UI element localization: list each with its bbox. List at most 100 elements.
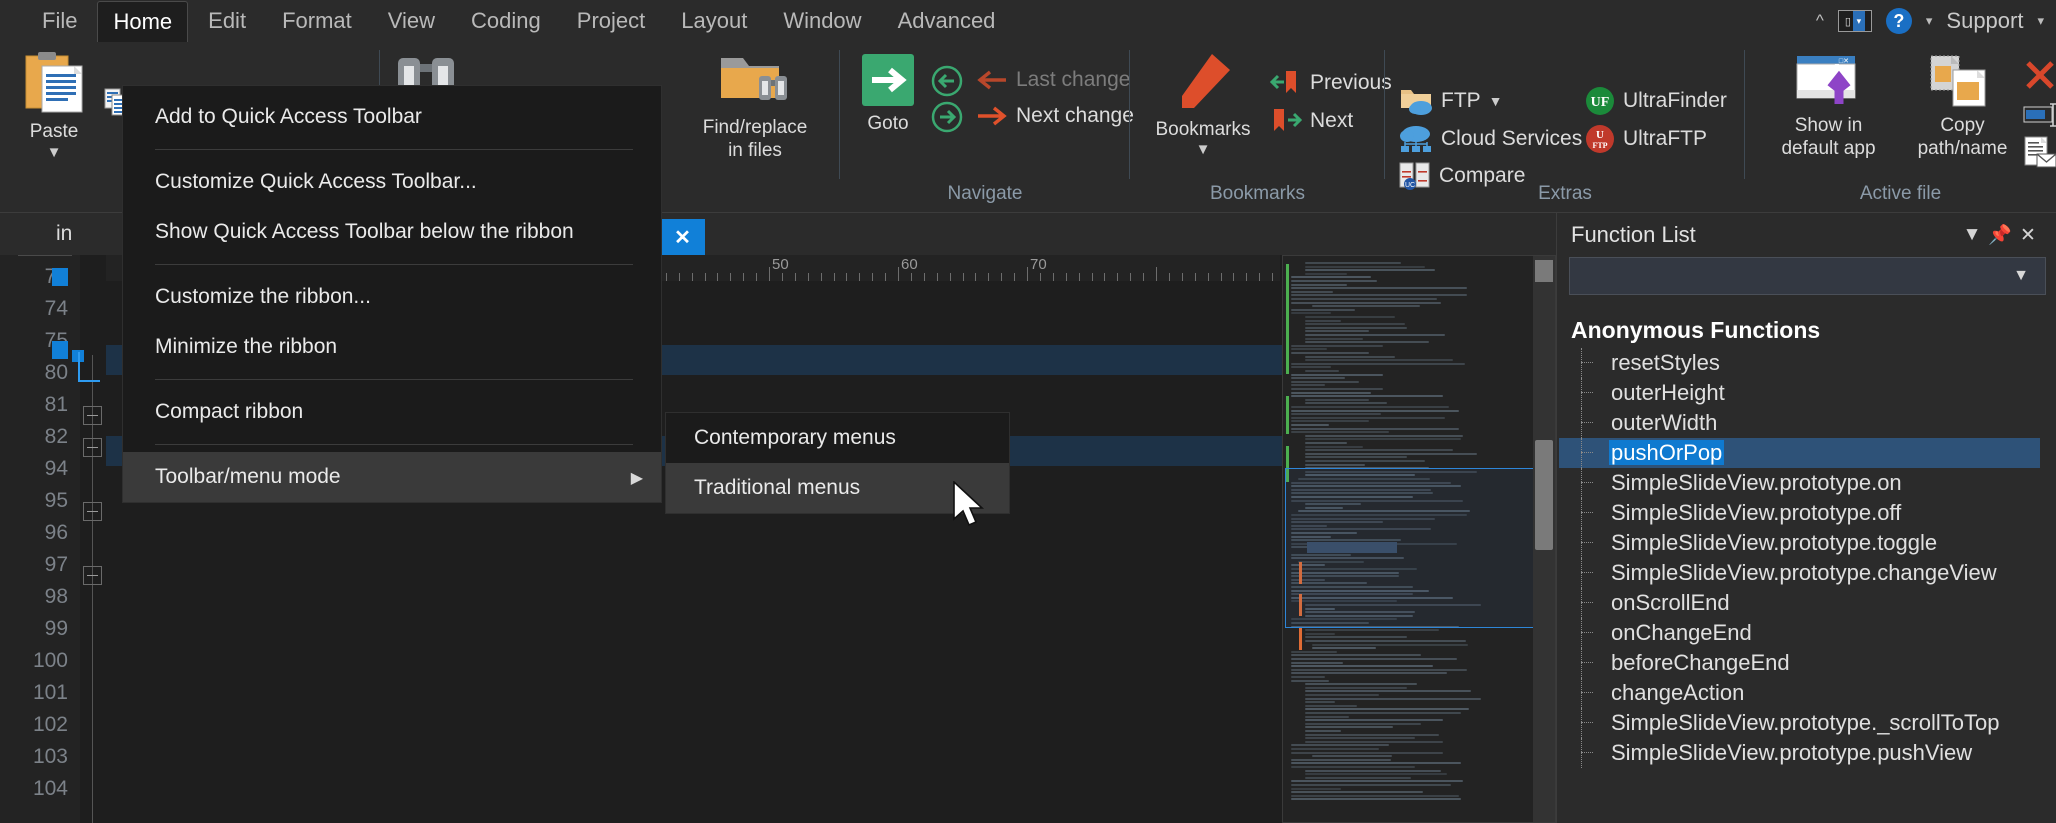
function-list-panel: Function List ▼ 📌 ✕ ▼ Anonymous Function… — [1556, 213, 2056, 823]
function-filter-combo[interactable]: ▼ — [1569, 257, 2046, 295]
bookmark-next-button[interactable]: Next — [1270, 108, 1353, 134]
next-change-button[interactable]: Next change — [976, 104, 1134, 128]
function-list-item[interactable]: pushOrPop — [1559, 438, 2056, 468]
show-in-default-app-button[interactable]: _□✕ Show in default app — [1761, 52, 1896, 160]
fold-toggle[interactable] — [83, 406, 102, 425]
ultrafinder-button[interactable]: UF UltraFinder — [1585, 86, 1727, 116]
context-menu-item[interactable]: Customize the ribbon... — [123, 272, 661, 322]
function-list-item[interactable]: SimpleSlideView.prototype._scrollToTop — [1559, 708, 2056, 738]
function-list-item[interactable]: onChangeEnd — [1559, 618, 2056, 648]
function-list-item[interactable]: outerHeight — [1559, 378, 2056, 408]
bookmark-previous-button[interactable]: Previous — [1270, 70, 1392, 96]
line-number: 96 — [45, 521, 68, 545]
ftp-dropdown-icon[interactable]: ▼ — [1489, 93, 1503, 109]
function-list-item[interactable]: resetStyles — [1559, 348, 2056, 378]
function-list-header: Function List ▼ 📌 ✕ — [1557, 213, 2056, 257]
paste-label: Paste — [30, 120, 79, 143]
function-list-item[interactable]: changeAction — [1559, 678, 2056, 708]
scroll-thumb[interactable] — [1535, 440, 1553, 550]
line-number: 99 — [45, 617, 68, 641]
support-label[interactable]: Support — [1946, 8, 2023, 34]
support-dropdown-icon[interactable]: ▾ — [2037, 13, 2044, 29]
function-list-item-label: SimpleSlideView.prototype.pushView — [1609, 740, 1974, 765]
ftp-button[interactable]: FTP ▼ — [1399, 86, 1503, 116]
menu-home[interactable]: Home — [97, 1, 188, 42]
function-list-body[interactable]: Anonymous Functions resetStylesouterHeig… — [1557, 313, 2056, 823]
menu-advanced[interactable]: Advanced — [882, 0, 1012, 42]
bookmarks-button[interactable]: Bookmarks ▼ — [1138, 52, 1268, 158]
fold-connector — [78, 380, 100, 382]
fold-toggle[interactable] — [83, 502, 102, 521]
chevron-down-icon[interactable]: ▼ — [1997, 267, 2045, 285]
copy-path-name-button[interactable]: Copy path/name — [1895, 52, 2030, 160]
line-number: 101 — [33, 681, 68, 705]
find-replace-in-files-button[interactable]: Find/replace in files — [680, 52, 830, 162]
function-list-item[interactable]: onScrollEnd — [1559, 588, 2056, 618]
nav-back-icon-button[interactable] — [930, 64, 964, 103]
function-list-item[interactable]: SimpleSlideView.prototype.on — [1559, 468, 2056, 498]
ultraftp-button[interactable]: U FTP UltraFTP — [1585, 124, 1707, 154]
ribbon-group-navigate: Goto Last change — [840, 42, 1130, 213]
context-menu-item[interactable]: Minimize the ribbon — [123, 322, 661, 372]
context-menu-item[interactable]: Show Quick Access Toolbar below the ribb… — [123, 207, 661, 257]
function-list-item[interactable]: beforeChangeEnd — [1559, 648, 2056, 678]
close-icon[interactable]: ✕ — [674, 225, 691, 250]
help-dropdown-icon[interactable]: ▾ — [1926, 13, 1933, 29]
close-file-button[interactable] — [2023, 58, 2056, 97]
context-menu-item-label: Show Quick Access Toolbar below the ribb… — [155, 220, 574, 243]
last-change-button[interactable]: Last change — [976, 68, 1130, 92]
submenu-item[interactable]: Contemporary menus — [666, 413, 1009, 463]
chevron-up-icon[interactable]: ^ — [1816, 11, 1824, 31]
menu-layout[interactable]: Layout — [665, 0, 763, 42]
menu-window[interactable]: Window — [767, 0, 877, 42]
function-list-item-label: SimpleSlideView.prototype.off — [1609, 500, 1903, 525]
context-menu-item[interactable]: Customize Quick Access Toolbar... — [123, 157, 661, 207]
menu-separator — [155, 444, 633, 445]
function-list-item-label: SimpleSlideView.prototype.toggle — [1609, 530, 1939, 555]
line-number: 104 — [33, 777, 68, 801]
function-list-item[interactable]: SimpleSlideView.prototype.pushView — [1559, 738, 2056, 768]
submenu-item-label: Traditional menus — [694, 476, 860, 499]
fold-toggle[interactable] — [83, 438, 102, 457]
context-menu-item[interactable]: Add to Quick Access Toolbar — [123, 92, 661, 142]
menu-format[interactable]: Format — [266, 0, 368, 42]
pin-icon[interactable]: 📌 — [1986, 223, 2014, 247]
menu-edit[interactable]: Edit — [192, 0, 262, 42]
function-list-item-label: beforeChangeEnd — [1609, 650, 1792, 675]
function-list-item-label: resetStyles — [1609, 350, 1722, 375]
goto-label: Goto — [867, 112, 908, 135]
help-icon[interactable]: ? — [1886, 8, 1912, 34]
window-mode-button[interactable]: ▯▾ — [1838, 10, 1872, 32]
menu-coding[interactable]: Coding — [455, 0, 557, 42]
paste-dropdown-icon[interactable]: ▼ — [47, 144, 62, 161]
fold-column[interactable] — [80, 255, 106, 823]
paste-button[interactable]: Paste ▼ — [6, 52, 102, 161]
line-number: 80 — [45, 361, 68, 385]
ribbon-context-menu[interactable]: Add to Quick Access Toolbar Customize Qui… — [122, 85, 662, 503]
cloud-services-button[interactable]: Cloud Services — [1399, 124, 1582, 154]
function-list-scrollbar[interactable] — [2040, 313, 2056, 823]
email-file-button[interactable] — [2023, 136, 2056, 173]
rename-file-button[interactable] — [2023, 102, 2056, 133]
function-filter-input[interactable] — [1570, 265, 1997, 288]
menu-file[interactable]: File — [26, 0, 93, 42]
code-minimap[interactable] — [1282, 255, 1556, 823]
fold-toggle[interactable] — [83, 566, 102, 585]
function-list-item[interactable]: SimpleSlideView.prototype.toggle — [1559, 528, 2056, 558]
nav-forward-icon-button[interactable] — [930, 100, 964, 139]
chevron-down-icon[interactable]: ▼ — [1958, 224, 1986, 246]
menu-project[interactable]: Project — [561, 0, 661, 42]
context-menu-item[interactable]: Compact ribbon — [123, 387, 661, 437]
context-menu-item[interactable]: Toolbar/menu mode▶ — [123, 452, 661, 502]
function-list-item[interactable]: SimpleSlideView.prototype.changeView — [1559, 558, 2056, 588]
close-icon[interactable]: ✕ — [2014, 224, 2042, 247]
function-list-item[interactable]: outerWidth — [1559, 408, 2056, 438]
context-menu-item-label: Compact ribbon — [155, 400, 303, 423]
context-menu-item-label: Add to Quick Access Toolbar — [155, 105, 422, 128]
menu-view[interactable]: View — [372, 0, 451, 42]
bookmarks-dropdown-icon[interactable]: ▼ — [1196, 141, 1211, 158]
scroll-up-arrow[interactable] — [1535, 260, 1553, 282]
function-list-item[interactable]: SimpleSlideView.prototype.off — [1559, 498, 2056, 528]
goto-button[interactable]: Goto — [840, 52, 936, 135]
minimap-viewport[interactable] — [1285, 468, 1537, 628]
